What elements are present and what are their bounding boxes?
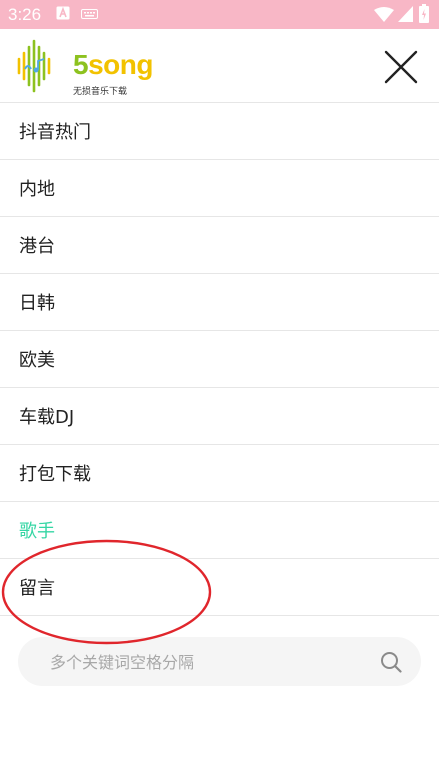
menu-item-message-board[interactable]: 留言 — [0, 559, 439, 616]
keyboard-icon — [81, 9, 98, 19]
menu-item-mainland[interactable]: 内地 — [0, 160, 439, 217]
menu-item-japan-korea[interactable]: 日韩 — [0, 274, 439, 331]
menu-item-car-dj[interactable]: 车载DJ — [0, 388, 439, 445]
a-notification-icon — [56, 6, 70, 20]
close-button[interactable] — [380, 46, 422, 88]
signal-icon — [398, 6, 413, 22]
search-bar — [18, 637, 421, 688]
menu-item-douyin-hot[interactable]: 抖音热门 — [0, 103, 439, 160]
logo-five: 5 — [73, 49, 89, 80]
header: 5song 无损音乐下载 — [0, 29, 439, 103]
menu-item-singers[interactable]: 歌手 — [0, 502, 439, 559]
menu-item-western[interactable]: 欧美 — [0, 331, 439, 388]
menu-item-bulk-download[interactable]: 打包下载 — [0, 445, 439, 502]
category-menu: 抖音热门 内地 港台 日韩 欧美 车载DJ 打包下载 歌手 留言 — [0, 103, 439, 616]
logo[interactable]: 5song 无损音乐下载 — [16, 39, 153, 97]
status-bar: 3:26 — [0, 0, 439, 29]
wifi-icon — [374, 7, 394, 22]
search-icon[interactable] — [380, 651, 402, 673]
battery-icon — [419, 4, 429, 23]
logo-wordmark: 5song — [73, 49, 153, 81]
logo-song: song — [88, 49, 153, 80]
menu-item-hk-taiwan[interactable]: 港台 — [0, 217, 439, 274]
logo-tagline: 无损音乐下载 — [73, 87, 128, 97]
search-input[interactable] — [48, 637, 372, 688]
status-time: 3:26 — [8, 5, 42, 24]
logo-sound-wave-icon — [17, 39, 51, 93]
close-icon — [384, 50, 418, 84]
